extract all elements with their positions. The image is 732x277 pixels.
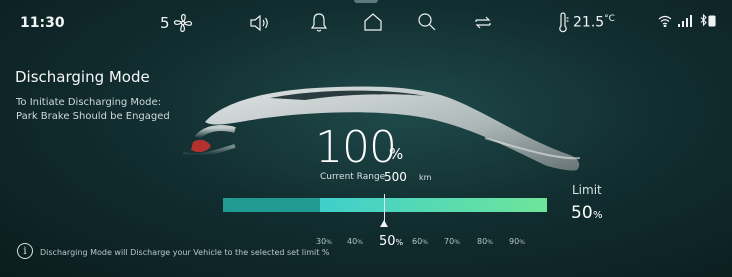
- battery-percentage-unit: %: [389, 145, 404, 163]
- tick-80[interactable]: 80%: [477, 237, 493, 246]
- battery-percentage: 100: [315, 122, 397, 173]
- thermometer-icon: [552, 12, 574, 34]
- info-icon[interactable]: i: [17, 243, 33, 259]
- speaker-icon[interactable]: [248, 12, 270, 34]
- signal-icon: [678, 14, 692, 27]
- limit-label: Limit: [572, 183, 602, 197]
- home-icon[interactable]: [362, 11, 384, 33]
- tick-90[interactable]: 90%: [509, 237, 525, 246]
- pull-down-handle[interactable]: [354, 0, 378, 3]
- discharge-limit-slider[interactable]: [223, 198, 547, 212]
- mode-instruction-line2: Park Brake Should be Engaged: [16, 111, 170, 122]
- tick-40[interactable]: 40%: [347, 237, 363, 246]
- mode-instruction-line1: To Initiate Discharging Mode:: [16, 97, 162, 108]
- fan-level: 5: [160, 14, 170, 32]
- connectivity-indicators: [658, 14, 716, 27]
- limit-value: 50: [571, 203, 593, 223]
- bell-icon[interactable]: [308, 11, 330, 33]
- info-text: Discharging Mode will Discharge your Veh…: [40, 248, 330, 257]
- fan-icon[interactable]: [172, 12, 194, 34]
- tick-50-selected[interactable]: 50%: [379, 234, 403, 249]
- bluetooth-battery-icon: [700, 14, 716, 27]
- slider-handle[interactable]: [384, 194, 385, 222]
- tick-70[interactable]: 70%: [444, 237, 460, 246]
- clock: 11:30: [20, 15, 65, 31]
- slider-remaining-segment: [320, 198, 547, 212]
- slider-handle-pointer-icon[interactable]: [380, 220, 388, 227]
- tick-30[interactable]: 30%: [316, 237, 332, 246]
- range-unit: km: [419, 173, 432, 182]
- mode-title: Discharging Mode: [15, 68, 150, 86]
- range-label: Current Range: [320, 172, 386, 182]
- repeat-icon[interactable]: [472, 11, 494, 33]
- tick-60[interactable]: 60%: [412, 237, 428, 246]
- slider-used-segment: [223, 198, 320, 212]
- search-icon[interactable]: [416, 11, 438, 33]
- range-value: 500: [384, 170, 407, 184]
- temperature-readout: 21.5°C: [573, 14, 615, 31]
- wifi-icon: [658, 15, 672, 27]
- limit-unit: %: [593, 210, 603, 221]
- status-bar: 11:30 5 21.5°C: [0, 0, 732, 46]
